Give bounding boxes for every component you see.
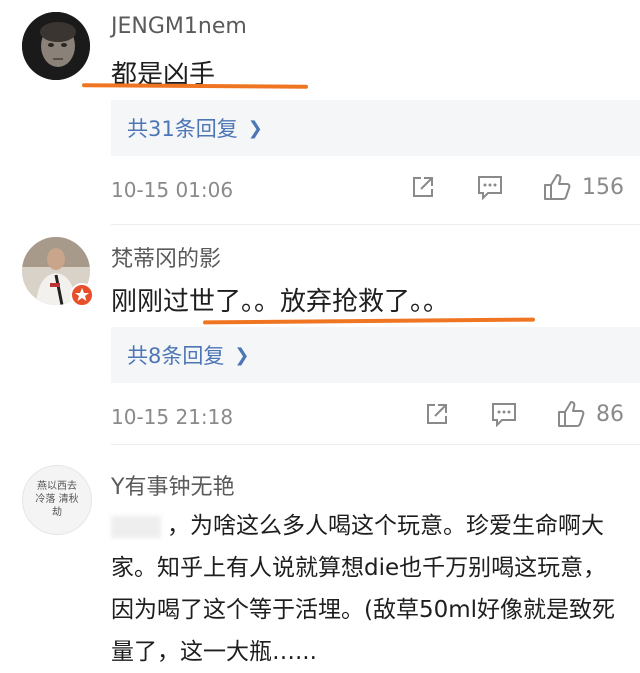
comment-timestamp: 10-15 01:06 [111,178,234,202]
replies-count-label: 共31条回复 [127,117,238,141]
redacted-mention [111,515,161,538]
view-replies-link[interactable]: 共31条回复 ❯ [111,100,640,156]
chevron-right-icon: ❯ [234,344,250,366]
like-button[interactable]: 156 [542,172,624,202]
avatar-text: 燕以西去 冷落 清秋 劫 [35,481,79,518]
comment-icon [478,176,502,200]
chevron-right-icon: ❯ [247,117,263,139]
star-icon [75,288,89,301]
like-count: 86 [596,401,624,427]
comment-icon [492,403,516,427]
reply-button[interactable] [490,401,518,427]
share-button[interactable] [424,401,450,427]
share-icon [427,404,447,424]
share-icon [413,177,433,197]
avatar[interactable] [22,12,90,80]
like-count: 156 [582,174,624,200]
like-button[interactable]: 86 [556,399,624,429]
comment-username[interactable]: 梵蒂冈的影 [111,241,221,273]
share-button[interactable] [410,174,436,200]
verified-badge [70,283,94,307]
comment-text: 刚刚过世了。。放弃抢救了。。 [111,287,450,317]
avatar[interactable]: 燕以西去 冷落 清秋 劫 [22,465,92,535]
thumbs-up-icon [544,174,571,200]
comment-username[interactable]: Y有事钟无艳 [111,469,234,501]
reply-button[interactable] [476,174,504,200]
highlight-underline [202,317,536,325]
comment-text: ，为啥这么多人喝这个玩意。珍爱生命啊大家。知乎上有人说就算想die也千万别喝这玩… [111,513,616,665]
comment-item: JENGM1nem 都是凶手 共31条回复 ❯ 10-15 01:06 156 [0,0,640,225]
comment-item: 梵蒂冈的影 刚刚过世了。。放弃抢救了。。 共8条回复 ❯ 10-15 21:18… [0,225,640,445]
thumbs-up-icon [558,401,585,427]
avatar-image [22,12,90,80]
comment-username[interactable]: JENGM1nem [111,14,247,39]
replies-count-label: 共8条回复 [127,344,225,368]
view-replies-link[interactable]: 共8条回复 ❯ [111,327,640,383]
comment-timestamp: 10-15 21:18 [111,405,234,429]
